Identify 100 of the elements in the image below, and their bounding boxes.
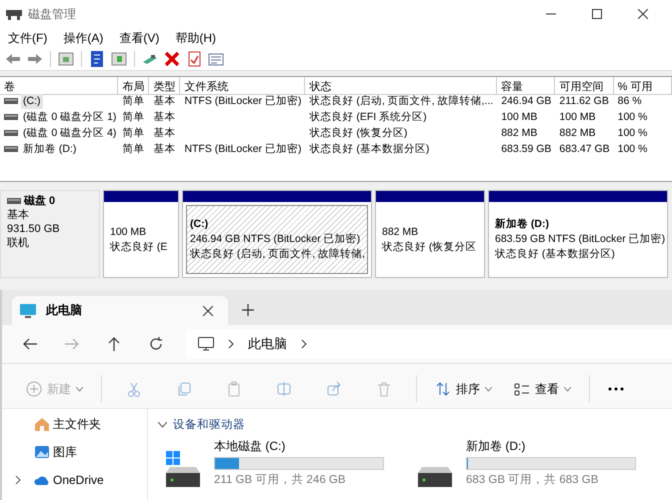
- partition-info: 状态良好 (基本数据分区): [495, 247, 615, 262]
- partition-info: 状态良好 (E: [110, 240, 168, 254]
- section-header[interactable]: 设备和驱动器: [173, 417, 245, 432]
- monitor-icon: [198, 337, 214, 351]
- plus-circle-icon: [26, 381, 42, 397]
- table-cell-text: 基本: [152, 110, 176, 125]
- sidebar-item[interactable]: 主文件夹: [53, 416, 101, 432]
- column-header[interactable]: 可用空间: [555, 77, 614, 95]
- column-header[interactable]: 容量: [497, 77, 556, 95]
- caret-icon: [564, 386, 571, 392]
- toolbar-button[interactable]: 排序: [431, 380, 496, 398]
- partition-block[interactable]: (C:) 246.94 GB NTFS (BitLocker 已加密) 状态良好 (启动, 页面文件, 故障转储,: [186, 205, 368, 274]
- partition-title: (C:): [190, 217, 208, 232]
- free-space-text: 683 GB 可用，共 683 GB: [466, 472, 598, 487]
- menu-item[interactable]: 操作(A): [55, 30, 112, 46]
- panel-button[interactable]: [110, 50, 128, 68]
- delete-icon: [376, 381, 392, 397]
- cut-icon: [126, 381, 142, 397]
- table-cell-text: 100 %: [616, 126, 648, 141]
- up-arrow-icon: [108, 337, 120, 351]
- address-bar[interactable]: 此电脑: [186, 329, 672, 359]
- sidebar-item[interactable]: 图库: [53, 444, 77, 460]
- disk-management-icon: [6, 8, 22, 20]
- house-icon: [34, 416, 50, 432]
- volume-cell[interactable]: (C:): [21, 94, 42, 108]
- partition-info: 246.94 GB NTFS (BitLocker 已加密): [190, 232, 360, 247]
- table-cell-text: 683.59 GB: [500, 142, 552, 157]
- chevron-icon: [228, 339, 234, 349]
- table-cell-text: 100 %: [616, 110, 648, 125]
- chevron-icon: [301, 339, 307, 349]
- column-header[interactable]: 文件系统: [180, 77, 306, 95]
- panel-button[interactable]: [57, 50, 75, 68]
- delete-button[interactable]: [163, 50, 181, 68]
- list-view-icon: [514, 381, 530, 397]
- table-cell-text: 状态良好 (EFI 系统分区): [308, 110, 428, 125]
- tab-label: 此电脑: [46, 302, 83, 319]
- volume-cell[interactable]: 新加卷 (D:): [21, 142, 78, 156]
- table-cell-text: 状态良好 (恢复分区): [308, 126, 408, 141]
- table-cell-text: 简单: [121, 142, 146, 157]
- toolbar-button[interactable]: 查看: [510, 380, 575, 398]
- table-cell-text: 882 MB: [500, 126, 538, 141]
- volume-cell[interactable]: (磁盘 0 磁盘分区 1): [21, 110, 118, 124]
- table-cell-text: 683.47 GB: [558, 142, 611, 157]
- drive-name[interactable]: 新加卷 (D:): [466, 438, 526, 455]
- sidebar-item[interactable]: OneDrive: [53, 473, 104, 487]
- free-space-text: 211 GB 可用，共 246 GB: [214, 472, 346, 487]
- paste-icon: [226, 381, 242, 397]
- partition-info: 882 MB: [382, 224, 418, 240]
- sort-arrows-icon: [435, 381, 451, 397]
- table-cell-text: 100 MB: [558, 110, 597, 125]
- window-title: 磁盘管理: [28, 6, 77, 22]
- drive-icon: [166, 467, 200, 487]
- more-icon: [608, 387, 624, 391]
- table-cell-text: 基本: [152, 94, 176, 109]
- table-cell-text: 基本: [152, 126, 176, 141]
- chevron-down-icon[interactable]: [158, 422, 167, 428]
- table-cell-text: 简单: [121, 110, 146, 125]
- disk-size: 931.50 GB: [7, 222, 61, 236]
- copy-icon: [176, 381, 192, 397]
- table-cell-text: 100 MB: [500, 110, 538, 125]
- table-cell-text: 基本: [152, 142, 176, 157]
- disk-status: 联机: [7, 236, 30, 250]
- column-header[interactable]: 状态: [305, 77, 498, 95]
- plus-icon: [242, 304, 254, 316]
- table-cell-text: 211.62 GB: [558, 94, 610, 109]
- menu-item[interactable]: 文件(F): [0, 30, 56, 46]
- column-header[interactable]: 布局: [118, 77, 150, 95]
- forward-arrow-icon: [65, 338, 79, 350]
- column-header[interactable]: % 可用: [614, 77, 672, 95]
- partition-title: 新加卷 (D:): [495, 217, 549, 232]
- breadcrumb-item[interactable]: 此电脑: [248, 335, 287, 353]
- back-arrow-icon: [23, 338, 37, 350]
- rename-icon: [276, 381, 292, 397]
- table-cell-text: 简单: [121, 126, 146, 141]
- table-cell-text: 86 %: [616, 94, 643, 109]
- caret-icon: [485, 386, 492, 392]
- partition-info: 状态良好 (启动, 页面文件, 故障转储,: [190, 247, 365, 262]
- drive-name[interactable]: 本地磁盘 (C:): [214, 438, 286, 455]
- table-cell-text: 100 %: [616, 142, 648, 157]
- disk-type: 基本: [7, 208, 30, 222]
- table-cell-text: 246.94 GB: [500, 94, 552, 109]
- table-cell-text: 状态良好 (基本数据分区): [308, 142, 430, 157]
- table-cell-text: 简单: [121, 94, 146, 109]
- partition-info: 状态良好 (恢复分区: [382, 240, 476, 254]
- volume-icon: [4, 130, 18, 136]
- monitor-icon: [20, 304, 36, 318]
- partition-info: 683.59 GB NTFS (BitLocker 已加密): [495, 232, 666, 247]
- table-cell-text: NTFS (BitLocker 已加密): [183, 94, 302, 109]
- maximize-icon: [592, 9, 602, 19]
- chevron-right-icon[interactable]: [14, 476, 22, 484]
- explorer-tab[interactable]: 此电脑: [12, 296, 228, 325]
- column-header[interactable]: 类型: [149, 77, 180, 95]
- menu-item[interactable]: 查看(V): [111, 30, 168, 46]
- picture-icon: [34, 444, 50, 460]
- table-cell-text: 882 MB: [558, 126, 597, 141]
- volume-icon: [4, 98, 18, 104]
- menu-item[interactable]: 帮助(H): [167, 30, 224, 46]
- share-icon: [326, 381, 342, 397]
- volume-cell[interactable]: (磁盘 0 磁盘分区 4): [21, 126, 118, 140]
- disk-name: 磁盘 0: [24, 194, 56, 208]
